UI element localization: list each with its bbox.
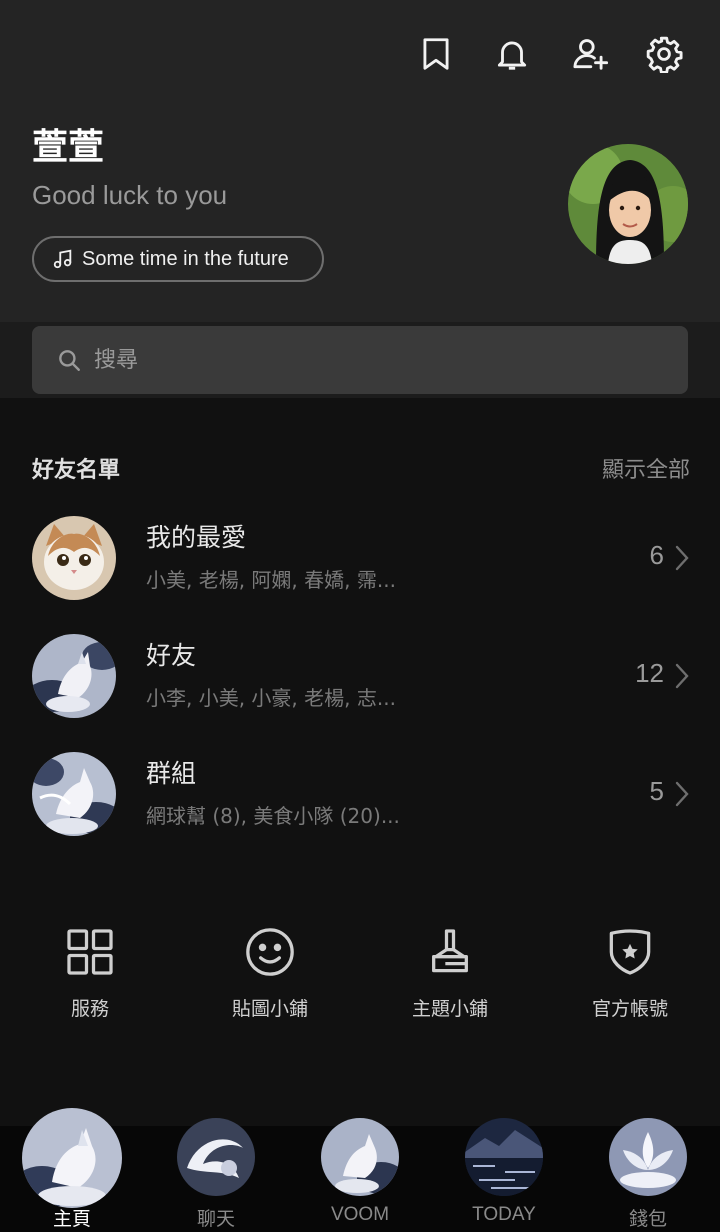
profile-status[interactable]: Good luck to you [32, 180, 227, 211]
music-title: Some time in the future [82, 247, 289, 270]
nav-today-icon [465, 1118, 543, 1196]
chevron-right-icon [675, 545, 689, 571]
nav-wallet[interactable]: 錢包 [576, 1118, 720, 1232]
friend-group-members: 小李, 小美, 小豪, 老楊, 志... [146, 686, 396, 710]
service-label: 服務 [70, 998, 109, 1020]
chevron-right-icon [675, 781, 689, 807]
service-sticker-shop[interactable]: 貼圖小鋪 [180, 924, 360, 1034]
shield-star-icon [609, 929, 651, 975]
friends-avatar [32, 634, 116, 718]
nav-home-icon [22, 1108, 122, 1208]
friends-section-title: 好友名單 [32, 458, 121, 483]
nav-wallet-icon [609, 1118, 687, 1196]
search-icon [59, 350, 80, 371]
profile-music-button[interactable]: Some time in the future [32, 236, 324, 282]
search-input[interactable] [92, 346, 596, 374]
music-note-icon [53, 249, 72, 269]
friend-group-count: 12 [635, 658, 664, 688]
chevron-right-icon [675, 663, 689, 689]
service-label: 主題小鋪 [411, 998, 488, 1020]
nav-chats[interactable]: 聊天 [144, 1118, 288, 1232]
friend-group-title: 群組 [146, 759, 197, 788]
nav-chats-icon [177, 1118, 255, 1196]
service-label: 官方帳號 [591, 998, 668, 1020]
favorites-avatar [32, 516, 116, 600]
gear-icon[interactable] [642, 32, 686, 76]
smiley-icon [246, 928, 294, 976]
grid-icon [67, 929, 113, 975]
friend-group-members: 網球幫 (8), 美食小隊 (20)... [146, 804, 400, 828]
nav-today[interactable]: TODAY [432, 1118, 576, 1232]
friend-group-friends[interactable]: 好友 小李, 小美, 小豪, 老楊, 志... 12 [0, 634, 720, 752]
profile-name[interactable]: 萱萱 [32, 118, 104, 170]
brush-icon [432, 929, 468, 973]
friend-group-count: 6 [649, 540, 664, 570]
search-bar[interactable] [32, 326, 688, 394]
bottom-nav: 主頁 聊天 VOOM TODAY 錢包 [0, 1108, 720, 1232]
show-all-link[interactable]: 顯示全部 [602, 452, 690, 484]
friend-group-members: 小美, 老楊, 阿嫻, 春嬌, 霈... [146, 568, 396, 592]
nav-voom-icon [321, 1118, 399, 1196]
service-theme-shop[interactable]: 主題小鋪 [360, 924, 540, 1034]
service-services[interactable]: 服務 [0, 924, 180, 1034]
nav-label: TODAY [472, 1204, 536, 1225]
friend-group-favorites[interactable]: 我的最愛 小美, 老楊, 阿嫻, 春嬌, 霈... 6 [0, 516, 720, 634]
nav-label: VOOM [330, 1204, 390, 1225]
service-official-accounts[interactable]: 官方帳號 [540, 924, 720, 1034]
friend-group-count: 5 [649, 776, 664, 806]
nav-voom[interactable]: VOOM [288, 1118, 432, 1232]
groups-avatar [32, 752, 116, 836]
bookmark-icon[interactable] [414, 32, 458, 76]
add-friend-icon[interactable] [568, 32, 612, 76]
friend-group-title: 我的最愛 [146, 523, 247, 552]
nav-home[interactable]: 主頁 [0, 1108, 144, 1232]
friend-group-groups[interactable]: 群組 網球幫 (8), 美食小隊 (20)... 5 [0, 752, 720, 870]
bell-icon[interactable] [490, 32, 534, 76]
nav-label: 聊天 [196, 1209, 235, 1230]
service-label: 貼圖小鋪 [231, 998, 308, 1020]
nav-label: 主頁 [52, 1209, 91, 1230]
friend-group-title: 好友 [146, 641, 197, 670]
nav-label: 錢包 [628, 1209, 667, 1230]
profile-avatar[interactable] [568, 144, 688, 264]
